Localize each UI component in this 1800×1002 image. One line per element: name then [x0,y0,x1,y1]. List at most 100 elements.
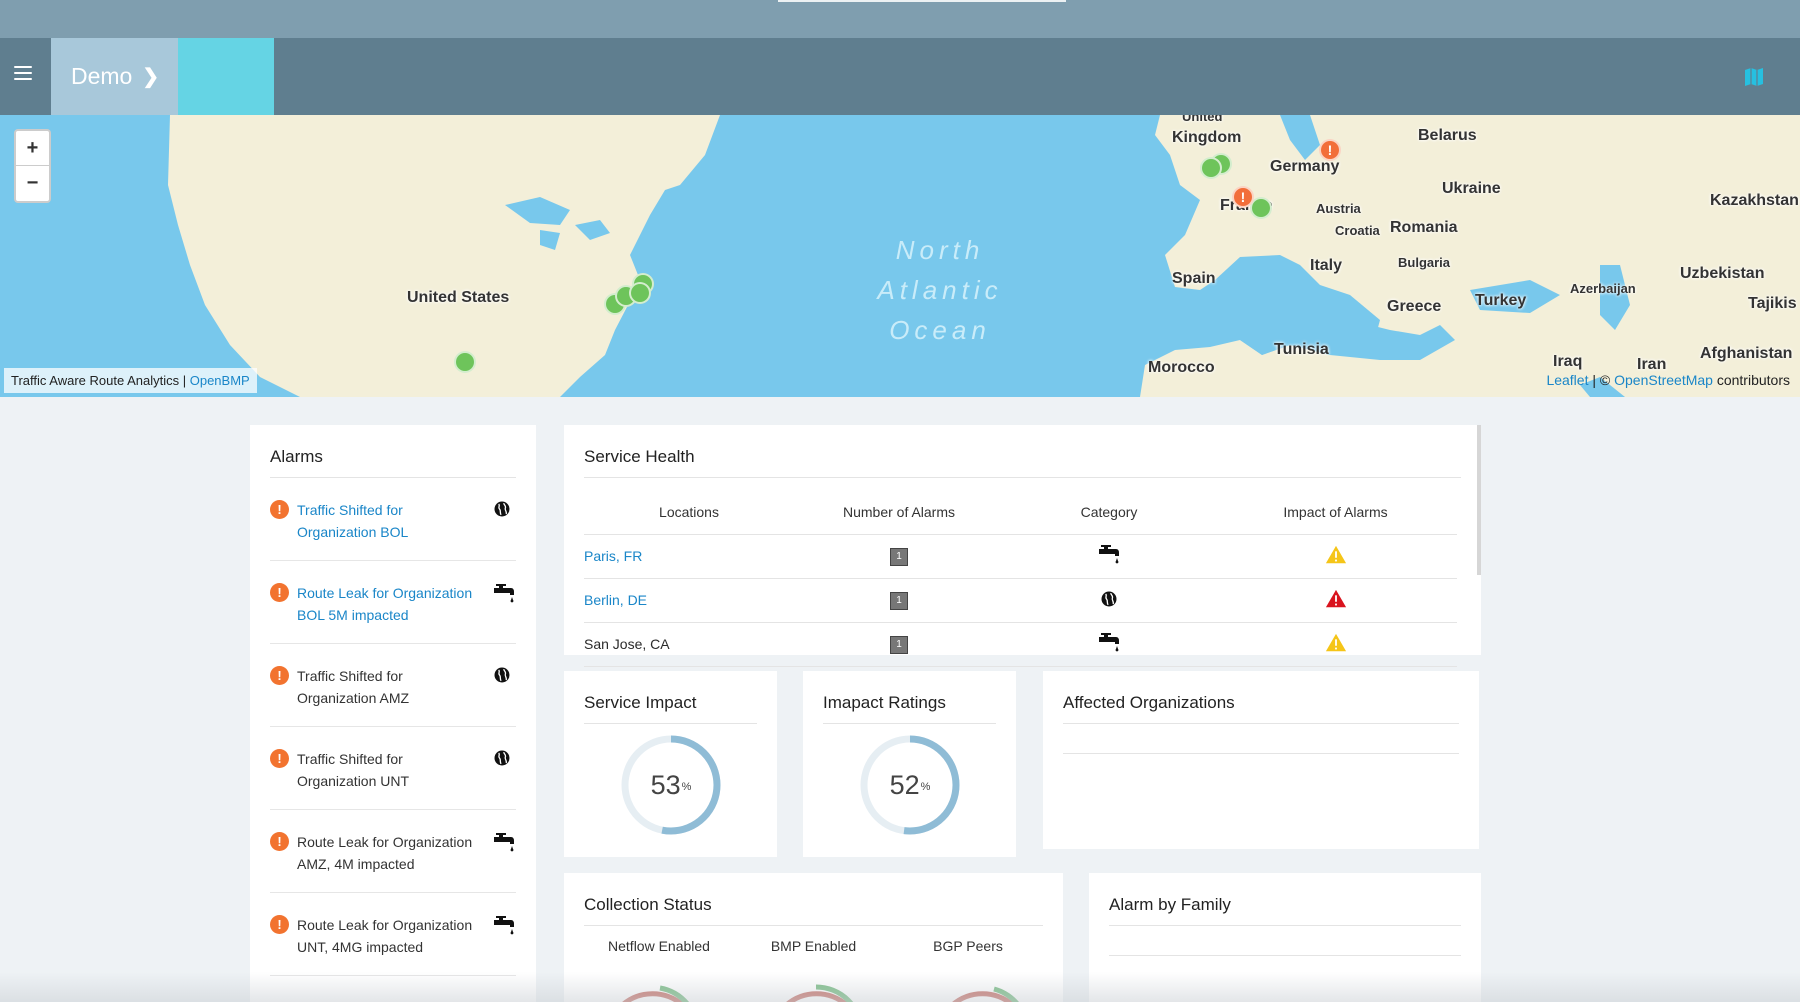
service-health-title: Service Health [584,447,1461,478]
openstreetmap-link[interactable]: OpenStreetMap [1614,372,1713,388]
breadcrumb-next[interactable] [178,38,274,115]
alarm-text: Route Leak for Organization UNT, 4MG imp… [297,917,473,955]
attribution-tail: contributors [1712,372,1790,388]
column-header: Impact of Alarms [1214,478,1457,535]
category-cell [1004,622,1214,667]
map-label-kingdom: Kingdom [1172,129,1242,146]
map-marker-alarm[interactable]: ! [1319,139,1341,161]
attribution-text: Traffic Aware Route Analytics [11,373,180,388]
impact-ratings-panel: Imapact Ratings 52% [803,671,1016,857]
alarm-item: ! Traffic Shifted for Organization AMZ [270,644,516,727]
gauge-number: 53 [650,769,681,800]
leaflet-link[interactable]: Leaflet [1546,372,1588,388]
gauge-value: 52% [858,733,962,837]
map-label-tajikistan: Tajikis [1748,295,1797,312]
map-marker-ok[interactable] [454,351,476,373]
map-label-morocco: Morocco [1148,359,1215,376]
map-label-romania: Romania [1390,219,1458,236]
breadcrumb-label: Demo [71,63,133,89]
alarm-count-cell: 1 [794,578,1004,623]
table-row: Paris, FR 1 [584,534,1457,579]
browser-top-strip [0,0,1800,38]
map-label-iraq: Iraq [1553,353,1583,370]
gauge-unit: % [920,781,931,793]
openbmp-link[interactable]: OpenBMP [190,373,250,388]
alarm-count-badge: 1 [890,592,908,610]
alarm-by-family-panel: Alarm by Family [1089,873,1481,1002]
alarm-text[interactable]: Route Leak for Organization BOL 5M impac… [297,582,486,626]
table-row: San Jose, CA 1 [584,622,1457,667]
map-attribution-left: Traffic Aware Route Analytics | OpenBMP [4,368,257,393]
map-label-greece: Greece [1387,298,1442,315]
alarm-item[interactable]: ! Traffic Shifted for Organization BOL [270,478,516,561]
zoom-in-button[interactable]: + [16,131,49,166]
location-cell[interactable]: Paris, FR [584,534,794,579]
ocean-line: North [895,235,985,265]
alarm-item: ! Route Leak for Organization UNT, 4MG im… [270,893,516,976]
alarm-text[interactable]: Traffic Shifted for Organization BOL [297,499,486,543]
map-label-belarus: Belarus [1418,127,1477,144]
location-cell[interactable]: Berlin, DE [584,578,794,623]
world-map[interactable]: + − North Atlantic Ocean United States U… [0,115,1800,397]
alarm-warning-icon: ! [270,832,289,851]
zoom-out-button[interactable]: − [16,166,49,201]
chevron-right-icon: ❯ [142,66,160,88]
faucet-icon [492,582,516,606]
affected-organizations-title: Affected Organizations [1063,693,1459,724]
alarm-warning-icon: ! [270,583,289,602]
table-row: Berlin, DE 1 [584,578,1457,623]
map-label-turkey: Turkey [1475,292,1527,309]
map-label-uzbekistan: Uzbekistan [1680,265,1765,282]
collection-status-panel: Collection Status Netflow Enabled BMP En… [564,873,1063,1002]
service-impact-title: Service Impact [584,693,757,724]
attribution-separator: | © [1588,372,1615,388]
map-marker-ok[interactable] [1200,157,1222,179]
map-label-afghanistan: Afghanistan [1700,345,1793,362]
alarms-panel: Alarms ! Traffic Shifted for Organization… [250,425,536,1002]
alarm-count-cell: 1 [794,534,1004,579]
warning-yellow-icon [1324,633,1348,657]
alarm-warning-icon: ! [270,666,289,685]
globe-icon [492,665,516,689]
alarm-warning-icon: ! [270,749,289,768]
map-label-spain: Spain [1172,270,1216,287]
bmp-enabled-label: BMP Enabled [770,938,857,954]
alarm-item: ! Traffic Shifted for Organization UNT [270,727,516,810]
alarm-text: Traffic Shifted for Organization AMZ [297,668,410,706]
breadcrumb-demo[interactable]: Demo ❯ [51,38,178,115]
collection-status-headers: Netflow Enabled BMP Enabled BGP Peers [584,938,1043,954]
alarms-title: Alarms [270,447,516,478]
faucet-icon [492,831,516,855]
scrollbar[interactable] [1477,425,1481,575]
alarm-list: ! Traffic Shifted for Organization BOL! Ro… [270,478,516,976]
faucet-icon [492,914,516,938]
map-icon[interactable] [1744,67,1764,87]
zoom-control: + − [14,129,51,203]
hamburger-icon[interactable] [14,66,32,80]
ocean-line: Atlantic [877,275,1003,305]
service-impact-panel: Service Impact 53% [564,671,777,857]
alarm-text: Route Leak for Organization AMZ, 4M impa… [297,834,473,872]
alarm-by-family-title: Alarm by Family [1109,895,1461,926]
service-health-panel: Service Health Locations Number of Alarm… [564,425,1481,667]
alarm-item[interactable]: ! Route Leak for Organization BOL 5M impa… [270,561,516,644]
app-header: Demo ❯ [0,38,1800,115]
alarm-warning-icon: ! [270,500,289,519]
collection-status-title: Collection Status [584,895,1043,926]
gauge-unit: % [681,781,692,793]
gauge-value: 53% [619,733,723,837]
map-label-kazakhstan: Kazakhstan [1710,192,1799,209]
affected-organizations-panel: Affected Organizations [1043,671,1479,849]
map-marker-alarm[interactable]: ! [1232,186,1254,208]
alarm-warning-icon: ! [270,915,289,934]
alarm-count-badge: 1 [890,548,908,566]
warning-yellow-icon [1324,545,1348,569]
alarm-item: ! Route Leak for Organization AMZ, 4M imp… [270,810,516,893]
impact-cell [1214,534,1457,579]
globe-icon [1099,591,1119,612]
map-label-croatia: Croatia [1335,223,1380,238]
map-attribution-right: Leaflet | © OpenStreetMap contributors [1546,372,1790,388]
collection-gauges [622,984,1019,1002]
map-label-italy: Italy [1310,257,1343,274]
map-marker-ok[interactable] [629,282,651,304]
